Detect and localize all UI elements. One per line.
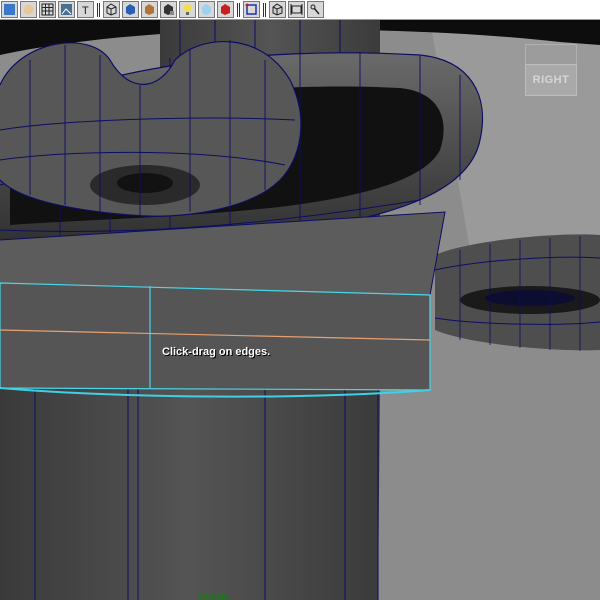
text-icon[interactable]: T bbox=[77, 1, 94, 18]
resolution-gate-icon[interactable] bbox=[288, 1, 305, 18]
smooth-shade-icon[interactable] bbox=[122, 1, 139, 18]
camera-cube-icon[interactable] bbox=[269, 1, 286, 18]
toolbar-separator bbox=[97, 2, 100, 17]
perspective-viewport[interactable]: RIGHT Click-drag on edges. persp bbox=[0, 20, 600, 600]
grid-icon[interactable] bbox=[39, 1, 56, 18]
view-cube-top-face[interactable] bbox=[525, 44, 577, 65]
help-line-text: Click-drag on edges. bbox=[162, 346, 271, 358]
xray-icon[interactable] bbox=[198, 1, 215, 18]
joint-icon[interactable] bbox=[307, 1, 324, 18]
selected-collar[interactable] bbox=[0, 283, 430, 390]
viewport-toolbar: T bbox=[0, 0, 600, 20]
shadows-icon[interactable] bbox=[160, 1, 177, 18]
isolate-select-icon[interactable] bbox=[217, 1, 234, 18]
wireframe-cube-icon[interactable] bbox=[103, 1, 120, 18]
view-cube-right-face[interactable]: RIGHT bbox=[525, 64, 577, 96]
light-bulb-icon[interactable] bbox=[179, 1, 196, 18]
frame-selection-icon[interactable] bbox=[243, 1, 260, 18]
toolbar-separator bbox=[237, 2, 240, 17]
paint-tool-icon[interactable] bbox=[20, 1, 37, 18]
front-column[interactable] bbox=[0, 385, 380, 600]
3d-scene[interactable] bbox=[0, 20, 600, 600]
view-cube[interactable]: RIGHT bbox=[525, 44, 577, 114]
image-plane-icon[interactable] bbox=[58, 1, 75, 18]
svg-text:T: T bbox=[82, 5, 89, 16]
textured-icon[interactable] bbox=[141, 1, 158, 18]
toolbar-separator bbox=[263, 2, 266, 17]
camera-name-label: persp bbox=[198, 590, 228, 600]
select-tool-icon[interactable] bbox=[1, 1, 18, 18]
